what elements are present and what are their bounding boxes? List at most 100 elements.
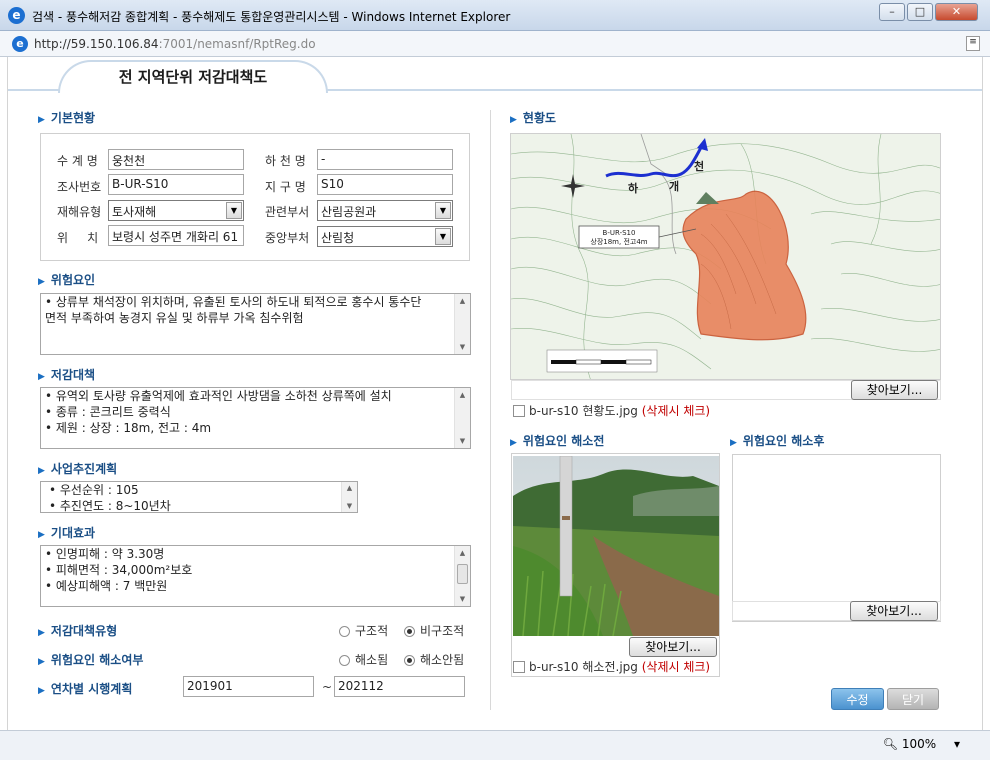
scroll-thumb[interactable] bbox=[457, 564, 468, 584]
map-browse-button[interactable]: 찾아보기... bbox=[851, 380, 938, 400]
plan-textarea[interactable]: • 우선순위 : 105 • 추진연도 : 8~10년차 ▲ ▼ bbox=[40, 481, 358, 513]
central-select[interactable]: 산림청 ▼ bbox=[317, 226, 453, 247]
section-measures: ▶ 저감대책 bbox=[38, 366, 95, 383]
before-file-note: (삭제시 체크) bbox=[641, 660, 711, 674]
dept-value: 산림공원과 bbox=[321, 205, 377, 219]
radio-nonstructural[interactable]: 비구조적 bbox=[404, 622, 464, 639]
plan-line: • 우선순위 : 105 bbox=[49, 483, 139, 497]
measures-textarea[interactable]: • 유역외 토사량 유출억제에 효과적인 사방댐을 소하천 상류쪽에 설치 • … bbox=[40, 387, 471, 449]
after-browse-button[interactable]: 찾아보기... bbox=[850, 601, 938, 621]
label-disaster-type: 재해유형 bbox=[57, 205, 102, 219]
radio-circle[interactable] bbox=[339, 655, 350, 666]
close-window-button[interactable]: ✕ bbox=[935, 3, 978, 21]
zoom-dropdown-icon[interactable]: ▾ bbox=[954, 737, 960, 751]
url-field[interactable]: http://59.150.106.84:7001/nemasnf/RptReg… bbox=[34, 37, 316, 51]
scrollbar[interactable]: ▲ ▼ bbox=[454, 388, 470, 448]
before-browse-button[interactable]: 찾아보기... bbox=[629, 637, 717, 657]
scroll-up-icon[interactable]: ▲ bbox=[455, 388, 470, 402]
risk-line: • 상류부 채석장이 위치하며, 유출된 토사의 하도내 퇴적으로 홍수시 통수… bbox=[45, 295, 422, 309]
url-path: :7001/nemasnf/RptReg.do bbox=[158, 37, 316, 51]
map-delete-checkbox[interactable] bbox=[513, 405, 525, 417]
radio-circle-selected[interactable] bbox=[404, 655, 415, 666]
scroll-down-icon[interactable]: ▼ bbox=[455, 340, 470, 354]
status-map-image: 하 개 천 B-UR-S10 상장18m, 전고4m bbox=[510, 133, 941, 380]
section-arrow-icon: ▶ bbox=[38, 657, 45, 667]
scrollbar[interactable]: ▲ ▼ bbox=[454, 546, 470, 606]
scrollbar[interactable]: ▲ ▼ bbox=[341, 482, 357, 512]
risk-line: 면적 부족하여 농경지 유실 및 하류부 가옥 침수위험 bbox=[45, 311, 304, 325]
schedule-separator: ~ bbox=[322, 680, 333, 694]
section-after: ▶ 위험요인 해소후 bbox=[730, 432, 824, 449]
section-schedule: ▶ 연차별 시행계획 bbox=[38, 680, 132, 697]
radio-resolved[interactable]: 해소됨 bbox=[339, 651, 388, 668]
maximize-button[interactable]: □ bbox=[907, 3, 933, 21]
label-district: 지 구 명 bbox=[265, 180, 306, 194]
label-dept: 관련부서 bbox=[265, 205, 310, 219]
before-file-row: b-ur-s10 해소전.jpg (삭제시 체크) bbox=[513, 658, 710, 675]
section-arrow-icon: ▶ bbox=[510, 438, 517, 448]
map-callout-line2: 상장18m, 전고4m bbox=[590, 237, 647, 246]
section-risk: ▶ 위험요인 bbox=[38, 271, 95, 288]
effect-line: • 피해면적 : 34,000m²보호 bbox=[45, 563, 193, 577]
window-title: 검색 - 풍수해저감 종합계획 - 풍수해제도 통합운영관리시스템 - Wind… bbox=[32, 10, 511, 24]
district-input[interactable]: S10 bbox=[317, 174, 453, 195]
chevron-down-icon[interactable]: ▼ bbox=[435, 202, 451, 219]
before-delete-checkbox[interactable] bbox=[513, 661, 525, 673]
central-value: 산림청 bbox=[321, 231, 355, 245]
edit-button[interactable]: 수정 bbox=[831, 688, 884, 710]
map-file-note: (삭제시 체크) bbox=[641, 404, 711, 418]
type-label: 저감대책유형 bbox=[50, 624, 118, 638]
scroll-up-icon[interactable]: ▲ bbox=[455, 546, 470, 560]
scroll-down-icon[interactable]: ▼ bbox=[455, 434, 470, 448]
section-map-title: 현황도 bbox=[522, 111, 557, 125]
section-arrow-icon: ▶ bbox=[38, 530, 45, 540]
watershed-input[interactable]: 웅천천 bbox=[108, 149, 244, 170]
status-bar: 🔍︎ 100% ▾ bbox=[0, 730, 990, 760]
schedule-label: 연차별 시행계획 bbox=[50, 682, 133, 696]
schedule-from-input[interactable]: 201901 bbox=[183, 676, 314, 697]
scroll-up-icon[interactable]: ▲ bbox=[342, 482, 357, 494]
effect-textarea[interactable]: • 인명피해 : 약 3.30명 • 피해면적 : 34,000m²보호 • 예… bbox=[40, 545, 471, 607]
section-arrow-icon: ▶ bbox=[38, 628, 45, 638]
radio-unresolved[interactable]: 해소안됨 bbox=[404, 651, 464, 668]
survey-no-input[interactable]: B-UR-S10 bbox=[108, 174, 244, 195]
dept-select[interactable]: 산림공원과 ▼ bbox=[317, 200, 453, 221]
chevron-down-icon[interactable]: ▼ bbox=[226, 202, 242, 219]
scroll-up-icon[interactable]: ▲ bbox=[455, 294, 470, 308]
risk-textarea[interactable]: • 상류부 채석장이 위치하며, 유출된 토사의 하도내 퇴적으로 홍수시 통수… bbox=[40, 293, 471, 355]
tab-area-reduction[interactable]: 전 지역단위 저감대책도 bbox=[58, 60, 328, 93]
river-input[interactable]: - bbox=[317, 149, 453, 170]
radio-resolved-label: 해소됨 bbox=[355, 653, 389, 667]
section-basic: ▶ 기본현황 bbox=[38, 109, 95, 126]
minimize-button[interactable]: – bbox=[879, 3, 905, 21]
before-photo bbox=[513, 456, 719, 636]
schedule-to-input[interactable]: 202112 bbox=[334, 676, 465, 697]
resolved-label: 위험요인 해소여부 bbox=[50, 653, 144, 667]
section-plan-title: 사업추진계획 bbox=[50, 462, 118, 476]
scroll-down-icon[interactable]: ▼ bbox=[455, 592, 470, 606]
scrollbar[interactable]: ▲ ▼ bbox=[454, 294, 470, 354]
effect-line: • 인명피해 : 약 3.30명 bbox=[45, 547, 165, 561]
section-arrow-icon: ▶ bbox=[38, 372, 45, 382]
before-file-name: b-ur-s10 해소전.jpg bbox=[529, 660, 638, 674]
radio-structural-label: 구조적 bbox=[355, 624, 389, 638]
radio-circle[interactable] bbox=[339, 626, 350, 637]
location-input[interactable]: 보령시 성주면 개화리 61 bbox=[108, 225, 244, 246]
section-arrow-icon: ▶ bbox=[38, 277, 45, 287]
radio-structural[interactable]: 구조적 bbox=[339, 622, 388, 639]
section-plan: ▶ 사업추진계획 bbox=[38, 460, 117, 477]
tab-strip: 전 지역단위 저감대책도 bbox=[8, 57, 982, 93]
window-titlebar: e 검색 - 풍수해저감 종합계획 - 풍수해제도 통합운영관리시스템 - Wi… bbox=[0, 0, 990, 31]
label-location: 위 치 bbox=[57, 231, 99, 245]
close-button[interactable]: 닫기 bbox=[887, 688, 939, 710]
zoom-control[interactable]: 🔍︎ 100% ▾ bbox=[883, 737, 960, 751]
disaster-type-select[interactable]: 토사재해 ▼ bbox=[108, 200, 244, 221]
section-arrow-icon: ▶ bbox=[38, 686, 45, 696]
chevron-down-icon[interactable]: ▼ bbox=[435, 228, 451, 245]
section-measures-title: 저감대책 bbox=[50, 368, 96, 382]
radio-circle-selected[interactable] bbox=[404, 626, 415, 637]
section-after-title: 위험요인 해소후 bbox=[742, 434, 825, 448]
label-watershed: 수 계 명 bbox=[57, 154, 98, 168]
scroll-down-icon[interactable]: ▼ bbox=[342, 500, 357, 512]
url-host: http://59.150.106.84 bbox=[34, 37, 159, 51]
